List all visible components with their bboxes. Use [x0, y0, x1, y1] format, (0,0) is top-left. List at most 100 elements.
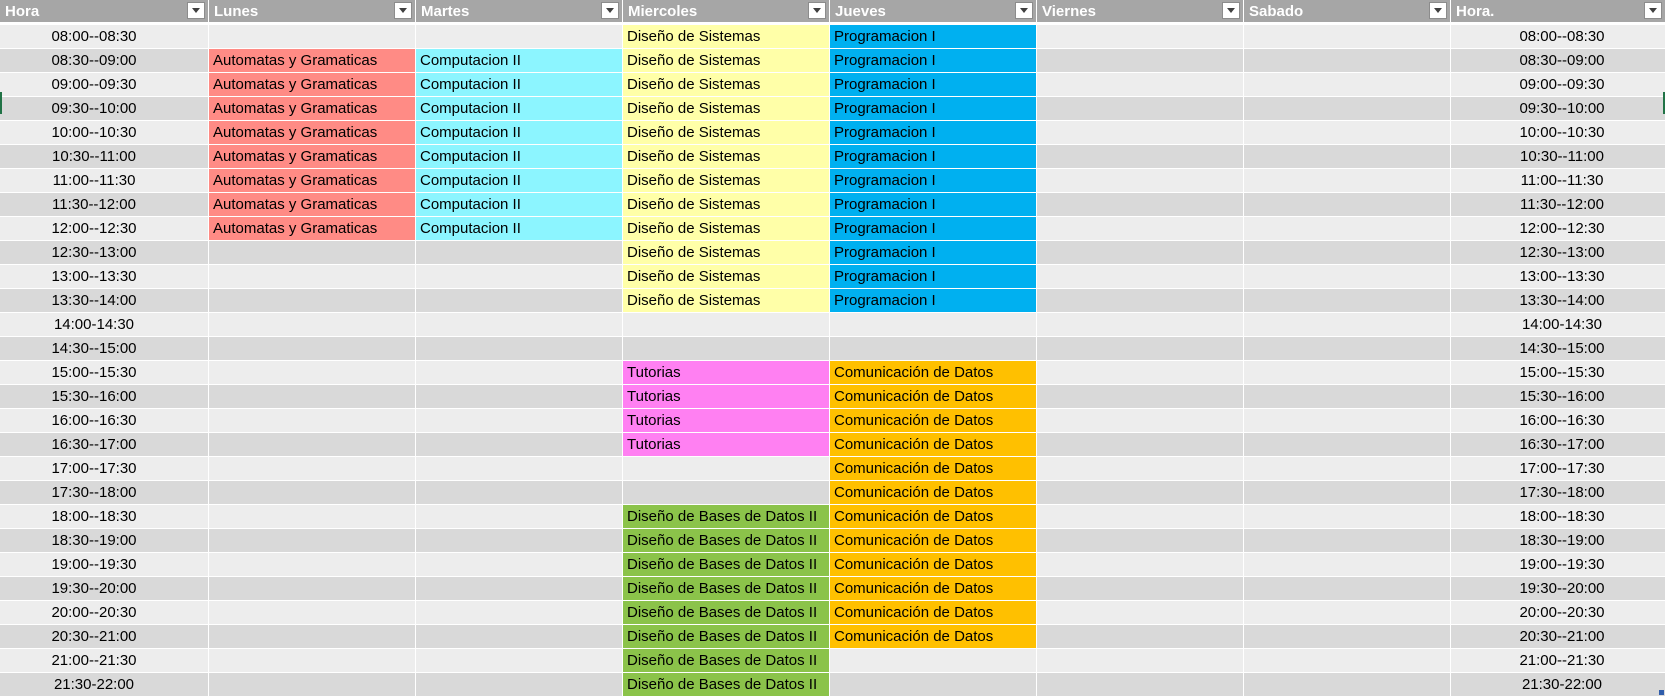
cell-martes[interactable]: Computacion II — [416, 169, 623, 193]
cell-lunes[interactable]: Automatas y Gramaticas — [209, 145, 416, 169]
chevron-down-icon[interactable] — [394, 2, 412, 19]
cell-lunes[interactable] — [209, 241, 416, 265]
cell-hora[interactable]: 11:00--11:30 — [0, 169, 209, 193]
cell-sabado[interactable] — [1244, 217, 1451, 241]
cell-miercoles[interactable]: Diseño de Sistemas — [623, 145, 830, 169]
cell-hora2[interactable]: 11:30--12:00 — [1451, 193, 1665, 217]
cell-jueves[interactable]: Programacion I — [830, 97, 1037, 121]
cell-jueves[interactable] — [830, 337, 1037, 361]
header-sabado[interactable]: Sabado — [1244, 0, 1451, 23]
cell-miercoles[interactable]: Diseño de Bases de Datos II — [623, 553, 830, 577]
cell-hora[interactable]: 17:30--18:00 — [0, 481, 209, 505]
cell-martes[interactable] — [416, 313, 623, 337]
cell-jueves[interactable]: Programacion I — [830, 121, 1037, 145]
cell-miercoles[interactable]: Diseño de Sistemas — [623, 97, 830, 121]
cell-hora[interactable]: 21:00--21:30 — [0, 649, 209, 673]
cell-jueves[interactable]: Comunicación de Datos — [830, 505, 1037, 529]
header-hora[interactable]: Hora — [0, 0, 209, 23]
cell-jueves[interactable]: Programacion I — [830, 73, 1037, 97]
cell-sabado[interactable] — [1244, 313, 1451, 337]
cell-sabado[interactable] — [1244, 121, 1451, 145]
cell-sabado[interactable] — [1244, 361, 1451, 385]
chevron-down-icon[interactable] — [1429, 2, 1447, 19]
cell-hora2[interactable]: 19:30--20:00 — [1451, 577, 1665, 601]
cell-sabado[interactable] — [1244, 529, 1451, 553]
cell-hora2[interactable]: 14:00-14:30 — [1451, 313, 1665, 337]
header-viernes[interactable]: Viernes — [1037, 0, 1244, 23]
cell-martes[interactable] — [416, 457, 623, 481]
cell-miercoles[interactable] — [623, 313, 830, 337]
cell-lunes[interactable] — [209, 553, 416, 577]
cell-jueves[interactable]: Comunicación de Datos — [830, 601, 1037, 625]
cell-sabado[interactable] — [1244, 625, 1451, 649]
cell-hora[interactable]: 09:30--10:00 — [0, 97, 209, 121]
cell-martes[interactable] — [416, 481, 623, 505]
cell-sabado[interactable] — [1244, 601, 1451, 625]
cell-jueves[interactable]: Programacion I — [830, 145, 1037, 169]
cell-hora[interactable]: 08:30--09:00 — [0, 49, 209, 73]
cell-lunes[interactable]: Automatas y Gramaticas — [209, 97, 416, 121]
cell-hora[interactable]: 15:00--15:30 — [0, 361, 209, 385]
cell-miercoles[interactable]: Diseño de Bases de Datos II — [623, 577, 830, 601]
cell-jueves[interactable]: Comunicación de Datos — [830, 433, 1037, 457]
cell-lunes[interactable] — [209, 433, 416, 457]
cell-lunes[interactable] — [209, 649, 416, 673]
cell-sabado[interactable] — [1244, 49, 1451, 73]
cell-lunes[interactable] — [209, 529, 416, 553]
cell-viernes[interactable] — [1037, 529, 1244, 553]
cell-martes[interactable] — [416, 625, 623, 649]
cell-jueves[interactable]: Comunicación de Datos — [830, 625, 1037, 649]
cell-miercoles[interactable]: Diseño de Sistemas — [623, 73, 830, 97]
cell-miercoles[interactable]: Diseño de Bases de Datos II — [623, 601, 830, 625]
cell-hora[interactable]: 11:30--12:00 — [0, 193, 209, 217]
cell-viernes[interactable] — [1037, 169, 1244, 193]
chevron-down-icon[interactable] — [1015, 2, 1033, 19]
cell-hora[interactable]: 13:30--14:00 — [0, 289, 209, 313]
cell-hora[interactable]: 12:00--12:30 — [0, 217, 209, 241]
cell-hora2[interactable]: 19:00--19:30 — [1451, 553, 1665, 577]
cell-martes[interactable] — [416, 505, 623, 529]
cell-lunes[interactable] — [209, 385, 416, 409]
cell-martes[interactable] — [416, 673, 623, 697]
cell-viernes[interactable] — [1037, 241, 1244, 265]
cell-miercoles[interactable]: Diseño de Sistemas — [623, 289, 830, 313]
cell-hora2[interactable]: 21:30-22:00 — [1451, 673, 1665, 697]
cell-sabado[interactable] — [1244, 649, 1451, 673]
cell-martes[interactable] — [416, 337, 623, 361]
cell-hora2[interactable]: 17:00--17:30 — [1451, 457, 1665, 481]
cell-sabado[interactable] — [1244, 481, 1451, 505]
cell-sabado[interactable] — [1244, 577, 1451, 601]
cell-jueves[interactable]: Programacion I — [830, 265, 1037, 289]
header-miercoles[interactable]: Miercoles — [623, 0, 830, 23]
cell-viernes[interactable] — [1037, 25, 1244, 49]
cell-lunes[interactable]: Automatas y Gramaticas — [209, 217, 416, 241]
cell-viernes[interactable] — [1037, 409, 1244, 433]
cell-jueves[interactable]: Comunicación de Datos — [830, 577, 1037, 601]
cell-viernes[interactable] — [1037, 217, 1244, 241]
cell-hora2[interactable]: 13:00--13:30 — [1451, 265, 1665, 289]
cell-martes[interactable]: Computacion II — [416, 217, 623, 241]
cell-lunes[interactable]: Automatas y Gramaticas — [209, 73, 416, 97]
cell-lunes[interactable] — [209, 577, 416, 601]
cell-miercoles[interactable]: Diseño de Bases de Datos II — [623, 673, 830, 697]
cell-lunes[interactable]: Automatas y Gramaticas — [209, 49, 416, 73]
cell-viernes[interactable] — [1037, 433, 1244, 457]
cell-hora2[interactable]: 20:30--21:00 — [1451, 625, 1665, 649]
cell-sabado[interactable] — [1244, 337, 1451, 361]
cell-martes[interactable]: Computacion II — [416, 145, 623, 169]
cell-hora[interactable]: 16:30--17:00 — [0, 433, 209, 457]
cell-viernes[interactable] — [1037, 145, 1244, 169]
cell-hora[interactable]: 20:30--21:00 — [0, 625, 209, 649]
chevron-down-icon[interactable] — [1644, 2, 1662, 19]
cell-jueves[interactable]: Comunicación de Datos — [830, 409, 1037, 433]
cell-hora[interactable]: 21:30-22:00 — [0, 673, 209, 697]
cell-hora[interactable]: 18:00--18:30 — [0, 505, 209, 529]
cell-miercoles[interactable]: Tutorias — [623, 409, 830, 433]
cell-miercoles[interactable]: Diseño de Bases de Datos II — [623, 649, 830, 673]
cell-jueves[interactable]: Programacion I — [830, 241, 1037, 265]
cell-hora2[interactable]: 12:30--13:00 — [1451, 241, 1665, 265]
cell-martes[interactable]: Computacion II — [416, 193, 623, 217]
cell-martes[interactable] — [416, 529, 623, 553]
cell-viernes[interactable] — [1037, 673, 1244, 697]
cell-hora2[interactable]: 10:30--11:00 — [1451, 145, 1665, 169]
